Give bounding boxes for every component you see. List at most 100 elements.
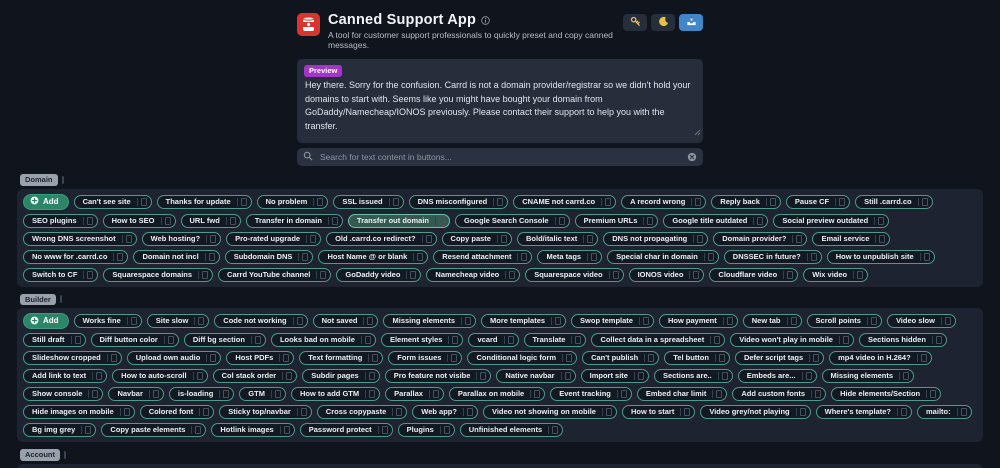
pill-edit-icon[interactable] <box>195 426 202 434</box>
canned-button-collect-data-in-a-spreadsheet[interactable]: Collect data in a spreadsheet <box>591 333 726 347</box>
canned-button-ssl-issued[interactable]: SSL issued <box>333 194 404 209</box>
pill-edit-icon[interactable] <box>935 336 942 344</box>
add-button-builder[interactable]: Add <box>23 313 69 329</box>
canned-button-godaddy-video[interactable]: GoDaddy video <box>336 267 422 282</box>
canned-button-namecheap-video[interactable]: Namecheap video <box>426 267 521 282</box>
canned-button-works-fine[interactable]: Works fine <box>73 314 142 328</box>
canned-button-slideshow-cropped[interactable]: Slideshow cropped <box>23 351 122 365</box>
canned-button-upload-own-audio[interactable]: Upload own audio <box>126 351 222 365</box>
pill-edit-icon[interactable] <box>726 317 733 325</box>
pill-edit-icon[interactable] <box>208 252 215 261</box>
canned-button-event-tracking[interactable]: Event tracking <box>550 387 632 401</box>
pill-edit-icon[interactable] <box>130 317 137 325</box>
pill-edit-icon[interactable] <box>787 270 794 279</box>
pill-edit-icon[interactable] <box>125 234 132 243</box>
pill-edit-icon[interactable] <box>302 252 309 261</box>
canned-button-host-name-or-blank[interactable]: Host Name @ or blank <box>318 249 429 264</box>
api-key-button[interactable] <box>623 14 647 31</box>
canned-button-resend-attachment[interactable]: Resend attachment <box>433 249 533 264</box>
pill-edit-icon[interactable] <box>210 234 217 243</box>
pill-edit-icon[interactable] <box>465 317 472 325</box>
canned-button-embed-char-limit[interactable]: Embed char limit <box>636 387 728 401</box>
canned-button-dns-misconfigured[interactable]: DNS misconfigured <box>408 194 509 209</box>
pill-edit-icon[interactable] <box>769 197 776 206</box>
pill-edit-icon[interactable] <box>637 372 644 380</box>
canned-button-password-protect[interactable]: Password protect <box>299 423 393 437</box>
canned-button-can-t-see-site[interactable]: Can't see site <box>73 194 152 209</box>
canned-button-dnssec-in-future[interactable]: DNSSEC in future? <box>723 249 822 264</box>
edit-category-icon[interactable] <box>64 450 66 459</box>
canned-button-transfer-in-domain[interactable]: Transfer in domain <box>245 213 343 228</box>
canned-button-gtm[interactable]: GTM <box>239 387 286 401</box>
pill-edit-icon[interactable] <box>697 234 704 243</box>
canned-button-site-slow[interactable]: Site slow <box>146 314 210 328</box>
resize-grip-icon[interactable] <box>694 123 701 141</box>
pill-edit-icon[interactable] <box>920 354 927 362</box>
canned-button-code-not-working[interactable]: Code not working <box>214 314 308 328</box>
canned-button-missing-elements[interactable]: Missing elements <box>821 369 915 383</box>
canned-button-video-won-t-play-in-mobile[interactable]: Video won't play in mobile <box>730 333 854 347</box>
pill-edit-icon[interactable] <box>320 270 327 279</box>
canned-button-meta-tags[interactable]: Meta tags <box>537 249 603 264</box>
pill-edit-icon[interactable] <box>799 408 806 416</box>
pill-edit-icon[interactable] <box>392 197 399 206</box>
pill-edit-icon[interactable] <box>714 336 721 344</box>
pill-edit-icon[interactable] <box>283 354 290 362</box>
canned-button-sections-hidden[interactable]: Sections hidden <box>858 333 947 347</box>
canned-button-cname-not-carrd-co[interactable]: CNAME not carrd.co <box>513 194 617 209</box>
pill-edit-icon[interactable] <box>164 216 171 225</box>
canned-button-form-issues[interactable]: Form issues <box>388 351 463 365</box>
pill-edit-icon[interactable] <box>87 270 94 279</box>
pill-edit-icon[interactable] <box>839 197 846 206</box>
pill-edit-icon[interactable] <box>410 270 417 279</box>
canned-button-swop-template[interactable]: Swop template <box>571 314 654 328</box>
pill-edit-icon[interactable] <box>367 317 374 325</box>
canned-button-wrong-dns-screenshot[interactable]: Wrong DNS screenshot <box>23 231 137 246</box>
pill-edit-icon[interactable] <box>254 336 261 344</box>
canned-button-parallax[interactable]: Parallax <box>385 387 444 401</box>
pill-edit-icon[interactable] <box>716 390 723 398</box>
canned-button-unfinished-elements[interactable]: Unfinished elements <box>459 423 564 437</box>
pill-edit-icon[interactable] <box>534 390 541 398</box>
canned-button-is-loading[interactable]: is-loading <box>168 387 235 401</box>
pill-edit-icon[interactable] <box>721 372 728 380</box>
pill-edit-icon[interactable] <box>196 372 203 380</box>
canned-button-vcard[interactable]: vcard <box>468 333 519 347</box>
pill-edit-icon[interactable] <box>317 197 324 206</box>
canned-button-plugins[interactable]: Plugins <box>397 423 455 437</box>
canned-button-premium-urls[interactable]: Premium URLs <box>574 213 659 228</box>
pill-edit-icon[interactable] <box>857 270 864 279</box>
canned-button-more-templates[interactable]: More templates <box>481 314 567 328</box>
pill-edit-icon[interactable] <box>110 354 117 362</box>
pill-edit-icon[interactable] <box>605 408 612 416</box>
canned-button-sections-are[interactable]: Sections are.. <box>653 369 733 383</box>
canned-button-defer-script-tags[interactable]: Defer script tags <box>734 351 825 365</box>
pill-edit-icon[interactable] <box>509 270 516 279</box>
canned-button-new-tab[interactable]: New tab <box>742 314 802 328</box>
canned-button-mailto[interactable]: mailto: <box>917 405 972 419</box>
pill-edit-icon[interactable] <box>564 372 571 380</box>
edit-category-icon[interactable] <box>61 175 64 184</box>
canned-button-how-to-seo[interactable]: How to SEO <box>102 213 176 228</box>
canned-button-subdir-pages[interactable]: Subdir pages <box>302 369 380 383</box>
pill-edit-icon[interactable] <box>274 390 281 398</box>
pill-edit-icon[interactable] <box>842 336 849 344</box>
canned-button-a-record-wrong[interactable]: A record wrong <box>621 194 707 209</box>
canned-button-cloudflare-video[interactable]: Cloudflare video <box>709 267 799 282</box>
pill-edit-icon[interactable] <box>612 270 619 279</box>
pill-edit-icon[interactable] <box>879 234 886 243</box>
pill-edit-icon[interactable] <box>507 336 514 344</box>
canned-button-email-service[interactable]: Email service <box>812 231 891 246</box>
pill-edit-icon[interactable] <box>878 216 885 225</box>
canned-button-thanks-for-update[interactable]: Thanks for update <box>156 194 252 209</box>
pill-edit-icon[interactable] <box>202 270 209 279</box>
edit-category-icon[interactable] <box>59 295 62 304</box>
pill-edit-icon[interactable] <box>903 372 910 380</box>
canned-button-still-carrd-co[interactable]: Still .carrd.co <box>855 194 933 209</box>
pill-edit-icon[interactable] <box>497 197 504 206</box>
pill-edit-icon[interactable] <box>648 354 655 362</box>
canned-button-missing-elements[interactable]: Missing elements <box>383 314 477 328</box>
pill-edit-icon[interactable] <box>647 216 654 225</box>
canned-button-how-to-start[interactable]: How to start <box>621 405 696 419</box>
pill-edit-icon[interactable] <box>695 197 702 206</box>
